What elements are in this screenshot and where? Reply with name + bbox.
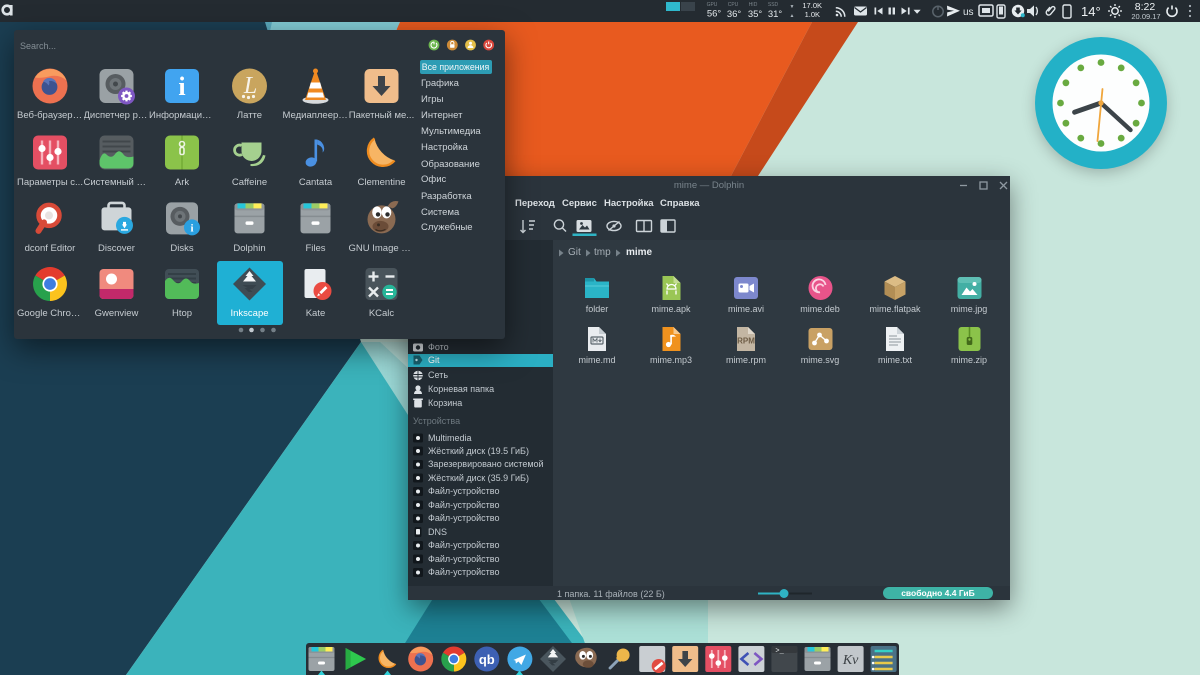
svg-text:1.0K: 1.0K [805,10,820,19]
svg-text:▲: ▲ [790,13,795,19]
svg-text:RPM: RPM [737,337,755,346]
svg-text:31°: 31° [768,9,783,20]
svg-text:36°: 36° [727,9,742,20]
svg-text:>_: >_ [775,648,784,656]
svg-text:35°: 35° [748,9,763,20]
svg-text:SSD: SSD [768,2,779,8]
svg-text:GPU: GPU [707,2,718,8]
svg-text:L: L [243,73,257,99]
svg-text:17.0K: 17.0K [802,1,822,10]
svg-text:CPU: CPU [728,2,739,8]
svg-text:i: i [190,222,193,234]
svg-text:20.09.17: 20.09.17 [1131,12,1160,21]
svg-text:i: i [178,72,185,101]
svg-text:56°: 56° [707,9,722,20]
svg-text:us: us [963,7,974,18]
svg-text:14°: 14° [1081,4,1101,19]
svg-text:qb: qb [479,652,495,667]
svg-text:HID: HID [749,2,758,8]
svg-text:Kv: Kv [842,653,859,668]
svg-text:▼: ▼ [790,4,795,10]
